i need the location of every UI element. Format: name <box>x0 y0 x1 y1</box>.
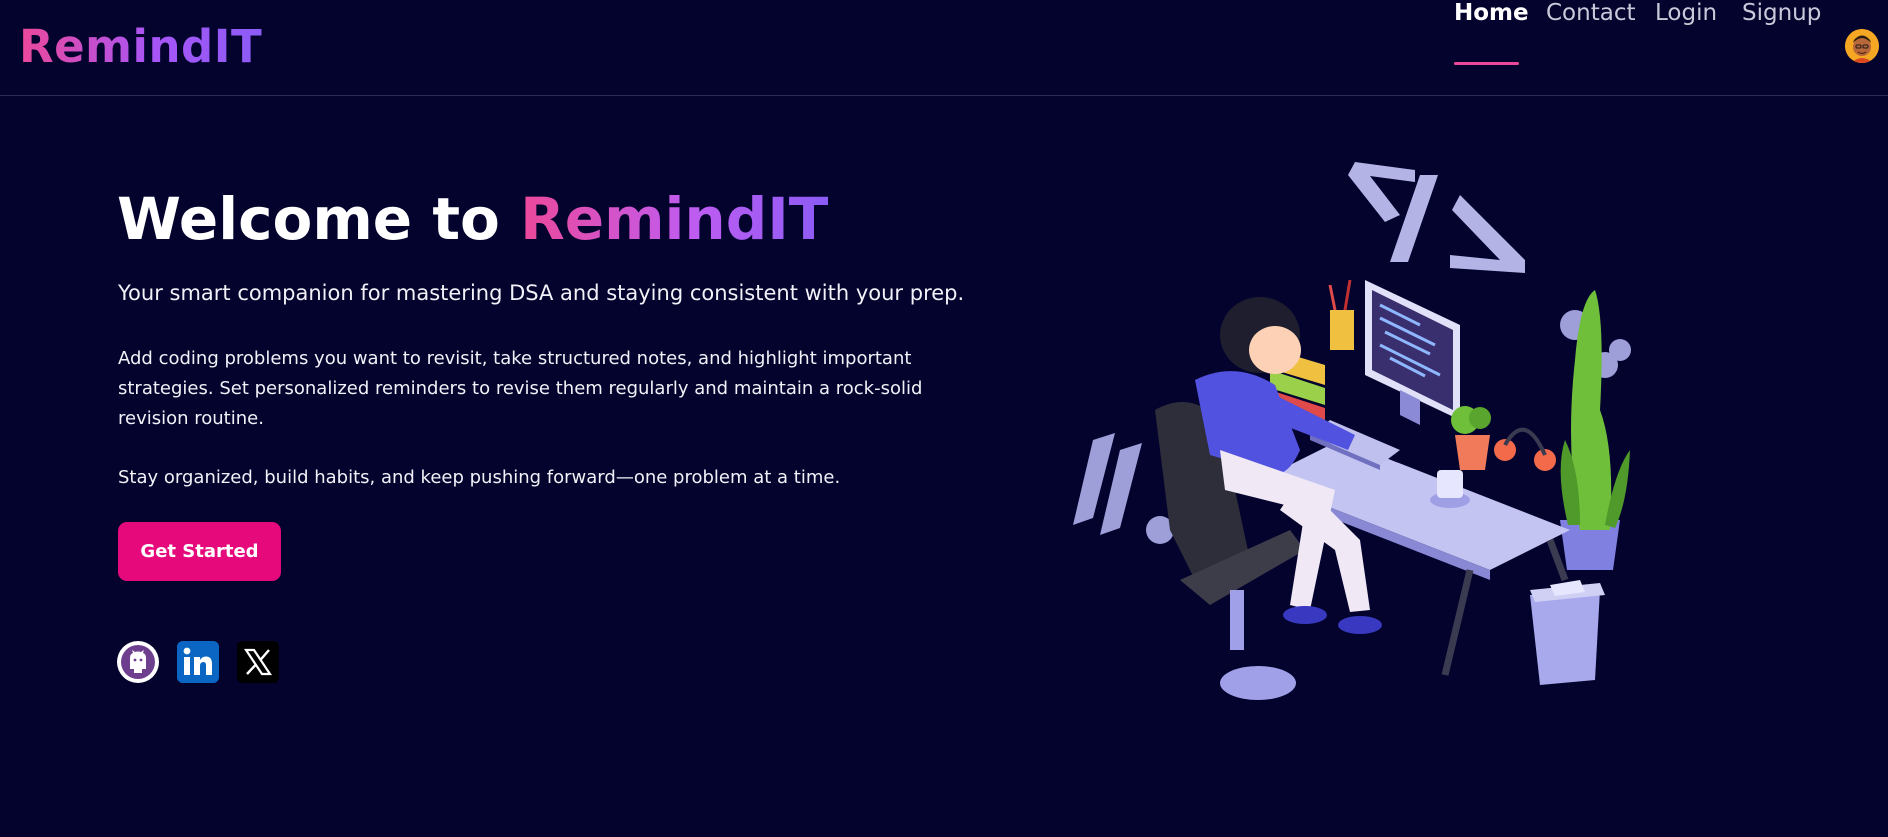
get-started-button[interactable]: Get Started <box>118 522 281 581</box>
nav-login[interactable]: Login <box>1655 0 1717 26</box>
computer-monitor <box>1365 280 1460 425</box>
nav-signup[interactable]: Signup <box>1742 0 1821 26</box>
hero-title: Welcome to RemindIT <box>117 185 828 253</box>
developer-illustration <box>1073 162 1631 700</box>
linkedin-icon <box>177 641 219 683</box>
desk-plant <box>1451 406 1491 470</box>
linkedin-link[interactable] <box>177 641 219 683</box>
nav-contact[interactable]: Contact <box>1546 0 1635 26</box>
avatar-icon <box>1845 29 1879 63</box>
hero-title-brand: RemindIT <box>520 185 829 253</box>
hero-description: Add coding problems you want to revisit,… <box>118 348 923 429</box>
github-icon <box>118 642 158 682</box>
code-tag-icon <box>1348 162 1525 273</box>
hero-subtitle: Your smart companion for mastering DSA a… <box>118 281 965 305</box>
logo[interactable]: RemindIT <box>19 20 262 73</box>
x-link[interactable] <box>237 641 279 683</box>
active-nav-indicator <box>1454 62 1519 65</box>
trash-bin <box>1530 580 1605 685</box>
github-link[interactable] <box>117 641 159 683</box>
x-icon <box>237 641 279 683</box>
nav-home[interactable]: Home <box>1454 0 1529 26</box>
hero-tagline: Stay organized, build habits, and keep p… <box>118 467 841 488</box>
top-navbar: RemindIT Home Contact Login Signup <box>0 0 1888 96</box>
hero-title-prefix: Welcome to <box>117 185 521 253</box>
user-avatar[interactable] <box>1845 29 1879 63</box>
headphones <box>1494 427 1556 471</box>
